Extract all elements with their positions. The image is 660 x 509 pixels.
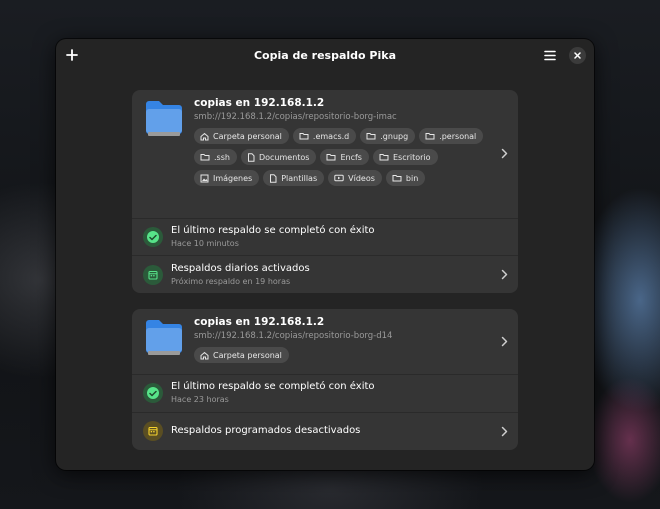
calendar-icon bbox=[148, 270, 158, 280]
folder-icon bbox=[425, 133, 435, 140]
check-icon bbox=[147, 231, 159, 243]
header-bar: Copia de respaldo Pika bbox=[56, 39, 594, 71]
folder-icon bbox=[146, 320, 182, 355]
schedule-title: Respaldos diarios activados bbox=[171, 263, 310, 274]
video-icon bbox=[334, 174, 344, 182]
path-chip-label: Encfs bbox=[340, 152, 362, 162]
last-backup-status-row[interactable]: El último respaldo se completó con éxito… bbox=[132, 218, 518, 255]
schedule-row[interactable]: Respaldos diarios activados Próximo resp… bbox=[132, 255, 518, 293]
path-chip-label: Carpeta personal bbox=[213, 131, 282, 141]
folder-icon bbox=[326, 154, 336, 161]
path-chip-label: Vídeos bbox=[348, 173, 375, 183]
path-chip: Imágenes bbox=[194, 170, 260, 186]
path-chip-label: Carpeta personal bbox=[213, 350, 282, 360]
path-chip-label: .emacs.d bbox=[312, 131, 350, 141]
path-chip: Documentos bbox=[240, 149, 317, 165]
folder-icon bbox=[366, 133, 376, 140]
check-icon bbox=[147, 387, 159, 399]
path-chip: .emacs.d bbox=[292, 128, 357, 144]
document-icon bbox=[247, 152, 255, 162]
image-icon bbox=[200, 174, 209, 182]
path-chip-label: .personal bbox=[439, 131, 477, 141]
add-backup-button[interactable] bbox=[62, 45, 82, 65]
home-icon bbox=[200, 351, 209, 359]
status-subtitle: Hace 10 minutos bbox=[171, 239, 239, 248]
repository-card: copias en 192.168.1.2 smb://192.168.1.2/… bbox=[132, 309, 518, 450]
path-chip: .personal bbox=[419, 128, 484, 144]
schedule-row[interactable]: Respaldos programados desactivados bbox=[132, 412, 518, 450]
path-chip: .ssh bbox=[194, 149, 237, 165]
plus-icon bbox=[66, 49, 78, 61]
main-menu-button[interactable] bbox=[540, 45, 560, 65]
path-chip: Encfs bbox=[320, 149, 369, 165]
path-chip: Escritorio bbox=[372, 149, 438, 165]
path-chip-label: Escritorio bbox=[392, 152, 431, 162]
path-chip-label: bin bbox=[405, 173, 419, 183]
calendar-icon bbox=[148, 426, 158, 436]
path-chip: .gnupg bbox=[360, 128, 416, 144]
path-chip-label: .gnupg bbox=[380, 131, 409, 141]
last-backup-status-row[interactable]: El último respaldo se completó con éxito… bbox=[132, 374, 518, 412]
folder-icon bbox=[392, 175, 402, 182]
repository-title: copias en 192.168.1.2 bbox=[194, 97, 325, 109]
close-window-button[interactable] bbox=[567, 45, 587, 65]
path-chip: Vídeos bbox=[328, 170, 382, 186]
hamburger-menu-icon bbox=[544, 50, 556, 60]
window-title: Copia de respaldo Pika bbox=[253, 48, 397, 62]
included-paths: Carpeta personal bbox=[194, 347, 494, 363]
path-chip: Carpeta personal bbox=[194, 347, 289, 363]
chevron-right-icon bbox=[501, 336, 508, 347]
home-icon bbox=[200, 132, 209, 140]
repository-row[interactable]: copias en 192.168.1.2 smb://192.168.1.2/… bbox=[132, 309, 518, 374]
folder-icon bbox=[299, 133, 309, 140]
folder-icon bbox=[146, 101, 182, 136]
repository-title: copias en 192.168.1.2 bbox=[194, 316, 325, 328]
repository-url: smb://192.168.1.2/copias/repositorio-bor… bbox=[194, 331, 393, 341]
repository-card: copias en 192.168.1.2 smb://192.168.1.2/… bbox=[132, 90, 518, 293]
status-title: El último respaldo se completó con éxito bbox=[171, 225, 375, 236]
status-title: El último respaldo se completó con éxito bbox=[171, 381, 375, 392]
status-subtitle: Hace 23 horas bbox=[171, 395, 229, 404]
schedule-title: Respaldos programados desactivados bbox=[171, 425, 361, 436]
path-chip: bin bbox=[385, 170, 426, 186]
path-chip-label: Imágenes bbox=[213, 173, 253, 183]
folder-icon bbox=[379, 154, 389, 161]
path-chip: Carpeta personal bbox=[194, 128, 289, 144]
template-icon bbox=[270, 173, 277, 183]
main-window: Copia de respaldo Pika copias en 192.168… bbox=[56, 39, 594, 470]
path-chip-label: Plantillas bbox=[281, 173, 318, 183]
folder-icon bbox=[200, 154, 210, 161]
schedule-subtitle: Próximo respaldo en 19 horas bbox=[171, 277, 291, 286]
chevron-right-icon bbox=[501, 426, 508, 437]
included-paths: Carpeta personal .emacs.d .gnupg .person… bbox=[194, 128, 494, 186]
repository-row[interactable]: copias en 192.168.1.2 smb://192.168.1.2/… bbox=[132, 90, 518, 218]
close-icon bbox=[573, 51, 581, 59]
chevron-right-icon bbox=[501, 148, 508, 159]
path-chip-label: Documentos bbox=[258, 152, 310, 162]
chevron-right-icon bbox=[501, 269, 508, 280]
path-chip: Plantillas bbox=[263, 170, 325, 186]
path-chip-label: .ssh bbox=[214, 152, 230, 162]
repository-url: smb://192.168.1.2/copias/repositorio-bor… bbox=[194, 112, 397, 122]
